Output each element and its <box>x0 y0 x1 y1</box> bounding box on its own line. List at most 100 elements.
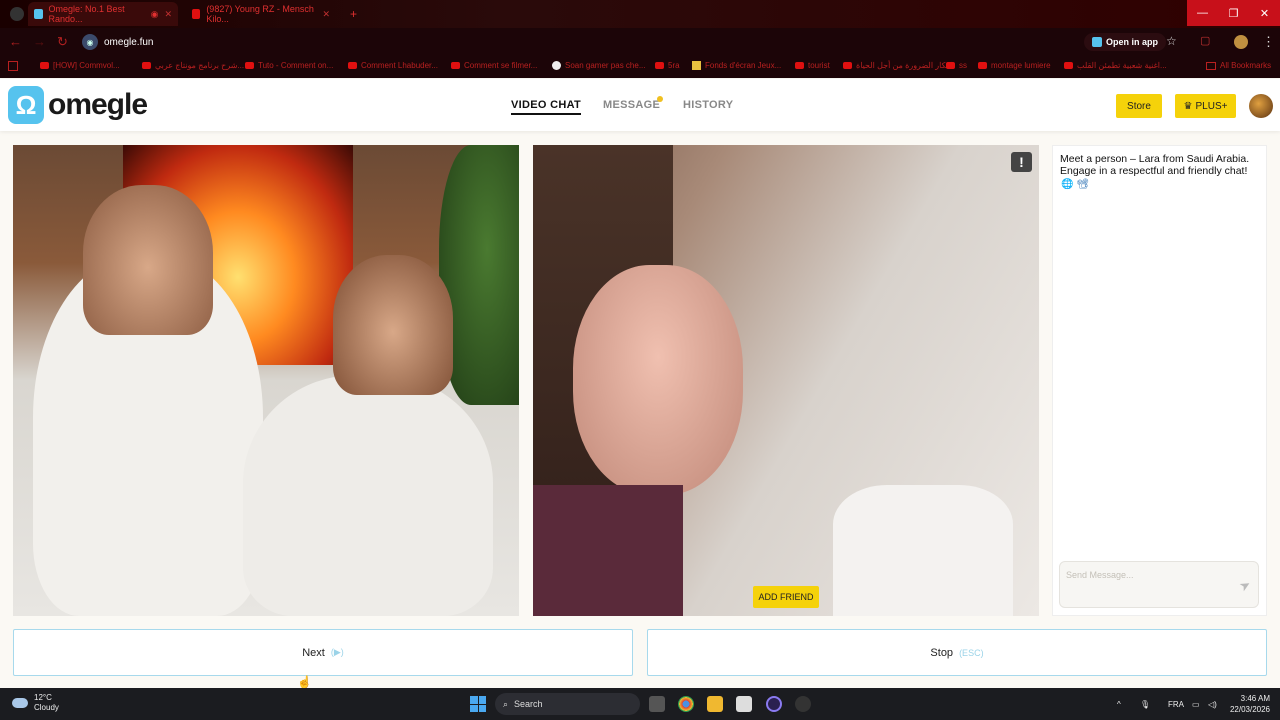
network-icon[interactable]: ▭ <box>1192 700 1200 709</box>
new-tab-button[interactable]: + <box>344 2 363 26</box>
url-text: omegle.fun <box>104 36 154 48</box>
local-video <box>13 145 519 616</box>
system-message: Meet a person – Lara from Saudi Arabia. … <box>1060 153 1250 177</box>
task-view-icon[interactable] <box>649 696 665 712</box>
chat-panel: Meet a person – Lara from Saudi Arabia. … <box>1052 145 1267 616</box>
message-box[interactable] <box>1059 561 1259 608</box>
flag-icons: 🌐 📽 <box>1061 179 1089 190</box>
person-left-face <box>83 185 213 335</box>
temperature: 12°C <box>34 693 52 702</box>
bookmark-item[interactable]: اغنية شعبية تطمئن القلب... <box>1064 61 1167 70</box>
windows-taskbar: 12°C Cloudy ⌕ Search ^ 🎙 FRA ▭ ◁) 3:46 A… <box>0 688 1280 720</box>
menu-dots-icon[interactable]: ⋮ <box>1262 34 1275 50</box>
minimize-button[interactable]: — <box>1187 0 1218 26</box>
bookmark-item[interactable]: Tuto - Comment on... <box>245 61 333 70</box>
obs-icon[interactable] <box>795 696 811 712</box>
tab-youtube[interactable]: (9827) Young RZ - Mensch Kilo... ✕ <box>186 2 336 26</box>
bookmark-item[interactable]: 5ra <box>655 61 680 70</box>
weather-widget[interactable]: 12°C Cloudy <box>12 693 59 713</box>
logo-mark: Ω <box>8 86 44 124</box>
maximize-button[interactable]: ❐ <box>1218 0 1249 26</box>
extensions-icon[interactable]: ▢ <box>1200 34 1210 47</box>
bookmark-item[interactable]: tourist <box>795 61 830 70</box>
microphone-icon[interactable]: 🎙 <box>1140 700 1150 709</box>
window-controls: — ❐ ✕ <box>1187 0 1280 26</box>
youtube-icon <box>245 62 254 69</box>
chrome-icon[interactable] <box>678 696 694 712</box>
bookmark-item[interactable]: Comment se filmer... <box>451 61 537 70</box>
nav-history[interactable]: HISTORY <box>683 99 733 111</box>
bookmarks-bar: [HOW] Commvol... شرح برنامج مونتاج عربي.… <box>0 56 1280 78</box>
nav-message[interactable]: MESSAGE <box>603 99 660 111</box>
youtube-favicon <box>192 9 201 19</box>
url-field[interactable]: ◉ omegle.fun <box>82 32 153 52</box>
remote-video <box>533 145 1039 616</box>
tab-omegle[interactable]: Omegle: No.1 Best Rando... ◉ ✕ <box>28 2 178 26</box>
youtube-icon <box>978 62 987 69</box>
weather-condition: Cloudy <box>34 703 59 712</box>
folder-icon <box>1206 61 1216 70</box>
start-icon[interactable] <box>470 696 486 712</box>
add-friend-button[interactable]: ADD FRIEND <box>753 586 819 608</box>
bookmark-star-icon[interactable]: ☆ <box>1166 34 1177 48</box>
open-in-app-button[interactable]: Open in app <box>1084 33 1167 51</box>
open-in-app-label: Open in app <box>1106 37 1159 47</box>
person-right-face <box>333 255 453 395</box>
back-icon[interactable]: ← <box>9 34 22 49</box>
user-avatar[interactable] <box>1249 94 1273 118</box>
profile-icon[interactable] <box>1234 35 1248 49</box>
time: 3:46 AM <box>1240 694 1270 703</box>
app-circle-icon[interactable] <box>766 696 782 712</box>
message-notification-dot <box>657 96 663 102</box>
youtube-icon <box>40 62 49 69</box>
browser-tab-bar: Omegle: No.1 Best Rando... ◉ ✕ (9827) Yo… <box>0 0 1280 28</box>
volume-icon[interactable]: ◁) <box>1208 700 1217 709</box>
forward-icon[interactable]: → <box>33 34 46 49</box>
next-shortcut-hint: (▶) <box>330 647 344 657</box>
clock[interactable]: 3:46 AM 22/03/2026 <box>1225 693 1270 715</box>
remote-face <box>573 265 743 495</box>
close-tab-icon[interactable]: ✕ <box>322 9 330 20</box>
site-header: Ω omegle VIDEO CHAT MESSAGE HISTORY <box>0 79 1280 131</box>
search-label: Search <box>514 699 543 709</box>
youtube-icon <box>655 62 664 69</box>
bookmark-item[interactable]: [HOW] Commvol... <box>40 61 120 70</box>
crown-icon: ♛ <box>1183 100 1193 112</box>
site-info-icon[interactable]: ◉ <box>82 34 98 50</box>
store-app-icon[interactable] <box>736 696 752 712</box>
message-input[interactable] <box>1066 568 1226 582</box>
bookmark-item[interactable]: ابتكار الضرورة من أجل الحياة <box>843 61 953 70</box>
next-button[interactable]: Next (▶) <box>13 629 633 676</box>
all-bookmarks[interactable]: All Bookmarks <box>1206 61 1271 70</box>
record-icon: ◉ <box>150 8 159 19</box>
apps-grid-icon[interactable] <box>8 61 18 71</box>
bookmark-item[interactable]: montage lumiere <box>978 61 1051 70</box>
store-button[interactable]: Store <box>1116 94 1162 118</box>
nav-video-chat[interactable]: VIDEO CHAT <box>511 99 582 115</box>
site-icon <box>692 61 701 70</box>
close-tab-icon[interactable]: ✕ <box>164 9 172 20</box>
file-explorer-icon[interactable] <box>707 696 723 712</box>
bookmark-item[interactable]: Comment Lhabuder... <box>348 61 438 70</box>
google-icon <box>552 61 561 70</box>
tab-menu[interactable] <box>4 2 30 26</box>
plus-button[interactable]: ♛ PLUS+ <box>1175 94 1236 118</box>
reload-icon[interactable]: ↻ <box>57 34 68 50</box>
youtube-icon <box>946 62 955 69</box>
bookmark-item[interactable]: شرح برنامج مونتاج عربي... <box>142 61 244 70</box>
omegle-logo[interactable]: Ω omegle <box>8 86 148 124</box>
bookmark-item[interactable]: Fonds d'écran Jeux... <box>692 61 781 70</box>
taskbar-search[interactable]: ⌕ Search <box>495 693 640 715</box>
stop-button[interactable]: Stop (ESC) <box>647 629 1267 676</box>
app-icon <box>1092 37 1102 47</box>
next-label: Next <box>302 646 325 659</box>
chevron-up-icon[interactable]: ^ <box>1117 700 1121 709</box>
bookmark-item[interactable]: Soan gamer pas che... <box>552 61 646 70</box>
tab-title: (9827) Young RZ - Mensch Kilo... <box>206 4 314 24</box>
bookmark-item[interactable]: ss <box>946 61 967 70</box>
close-window-button[interactable]: ✕ <box>1249 0 1280 26</box>
youtube-icon <box>1064 62 1073 69</box>
cloud-icon <box>12 698 28 708</box>
report-button[interactable]: ! <box>1011 152 1032 172</box>
language-indicator[interactable]: FRA <box>1168 700 1184 709</box>
